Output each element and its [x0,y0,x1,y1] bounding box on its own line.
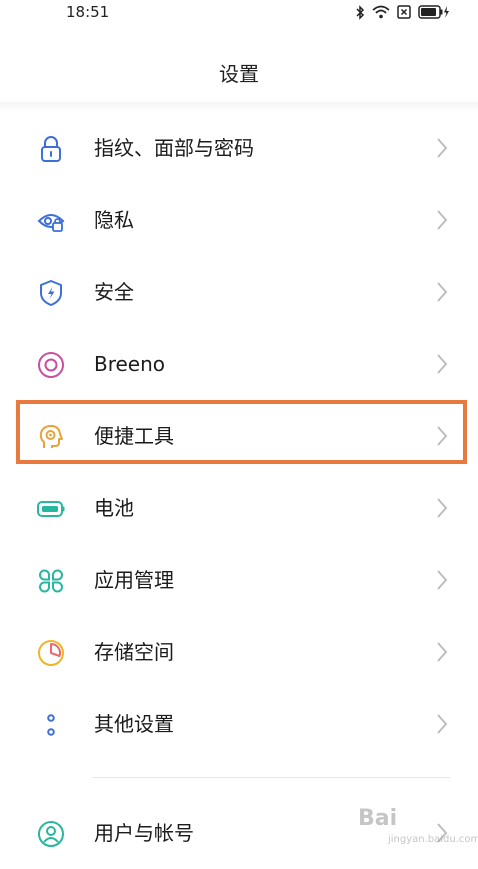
breeno-icon [36,350,66,380]
settings-item-label: Breeno [94,352,166,376]
page-title: 设置 [219,62,259,86]
watermark-logo: Bai jingyan.baidu.com [358,800,478,848]
settings-item-label: 应用管理 [94,568,174,592]
wifi-icon [372,5,390,19]
settings-item-label: 用户与帐号 [94,821,194,845]
chevron-right-icon [437,570,448,590]
battery-charging-icon [418,5,449,19]
settings-item-label: 存储空间 [94,640,174,664]
settings-item-storage[interactable]: 存储空间 [0,616,478,688]
section-divider [92,777,450,778]
bluetooth-icon [356,4,365,20]
chevron-right-icon [437,282,448,302]
chevron-right-icon [437,642,448,662]
settings-item-app-management[interactable]: 应用管理 [0,544,478,616]
settings-item-label: 电池 [94,496,134,520]
settings-item-security[interactable]: 安全 [0,256,478,328]
privacy-eye-icon [36,206,66,236]
chevron-right-icon [437,210,448,230]
header-divider [0,102,478,112]
sim-x-icon [397,5,411,19]
settings-item-label: 隐私 [94,208,134,232]
settings-item-label: 指纹、面部与密码 [94,136,254,160]
storage-icon [36,638,66,668]
lock-icon [36,134,66,164]
settings-item-breeno[interactable]: Breeno [0,328,478,400]
chevron-right-icon [437,138,448,158]
settings-item-label: 安全 [94,280,134,304]
settings-item-privacy[interactable]: 隐私 [0,184,478,256]
status-icons [355,4,450,20]
settings-item-label: 其他设置 [94,712,174,736]
chevron-right-icon [437,354,448,374]
settings-item-battery[interactable]: 电池 [0,472,478,544]
chevron-right-icon [437,714,448,734]
other-settings-icon [36,710,66,740]
app-management-icon [36,566,66,596]
watermark-subtext: jingyan.baidu.com [388,834,478,845]
status-bar: 18:51 [0,0,478,26]
watermark-text: Bai [358,806,398,831]
chevron-right-icon [437,498,448,518]
settings-item-fingerprint-face-password[interactable]: 指纹、面部与密码 [0,112,478,184]
battery-icon [36,494,66,524]
user-account-icon [36,819,66,849]
security-shield-icon [36,278,66,308]
highlight-box [16,400,467,464]
settings-item-other-settings[interactable]: 其他设置 [0,688,478,760]
status-time: 18:51 [66,3,110,21]
